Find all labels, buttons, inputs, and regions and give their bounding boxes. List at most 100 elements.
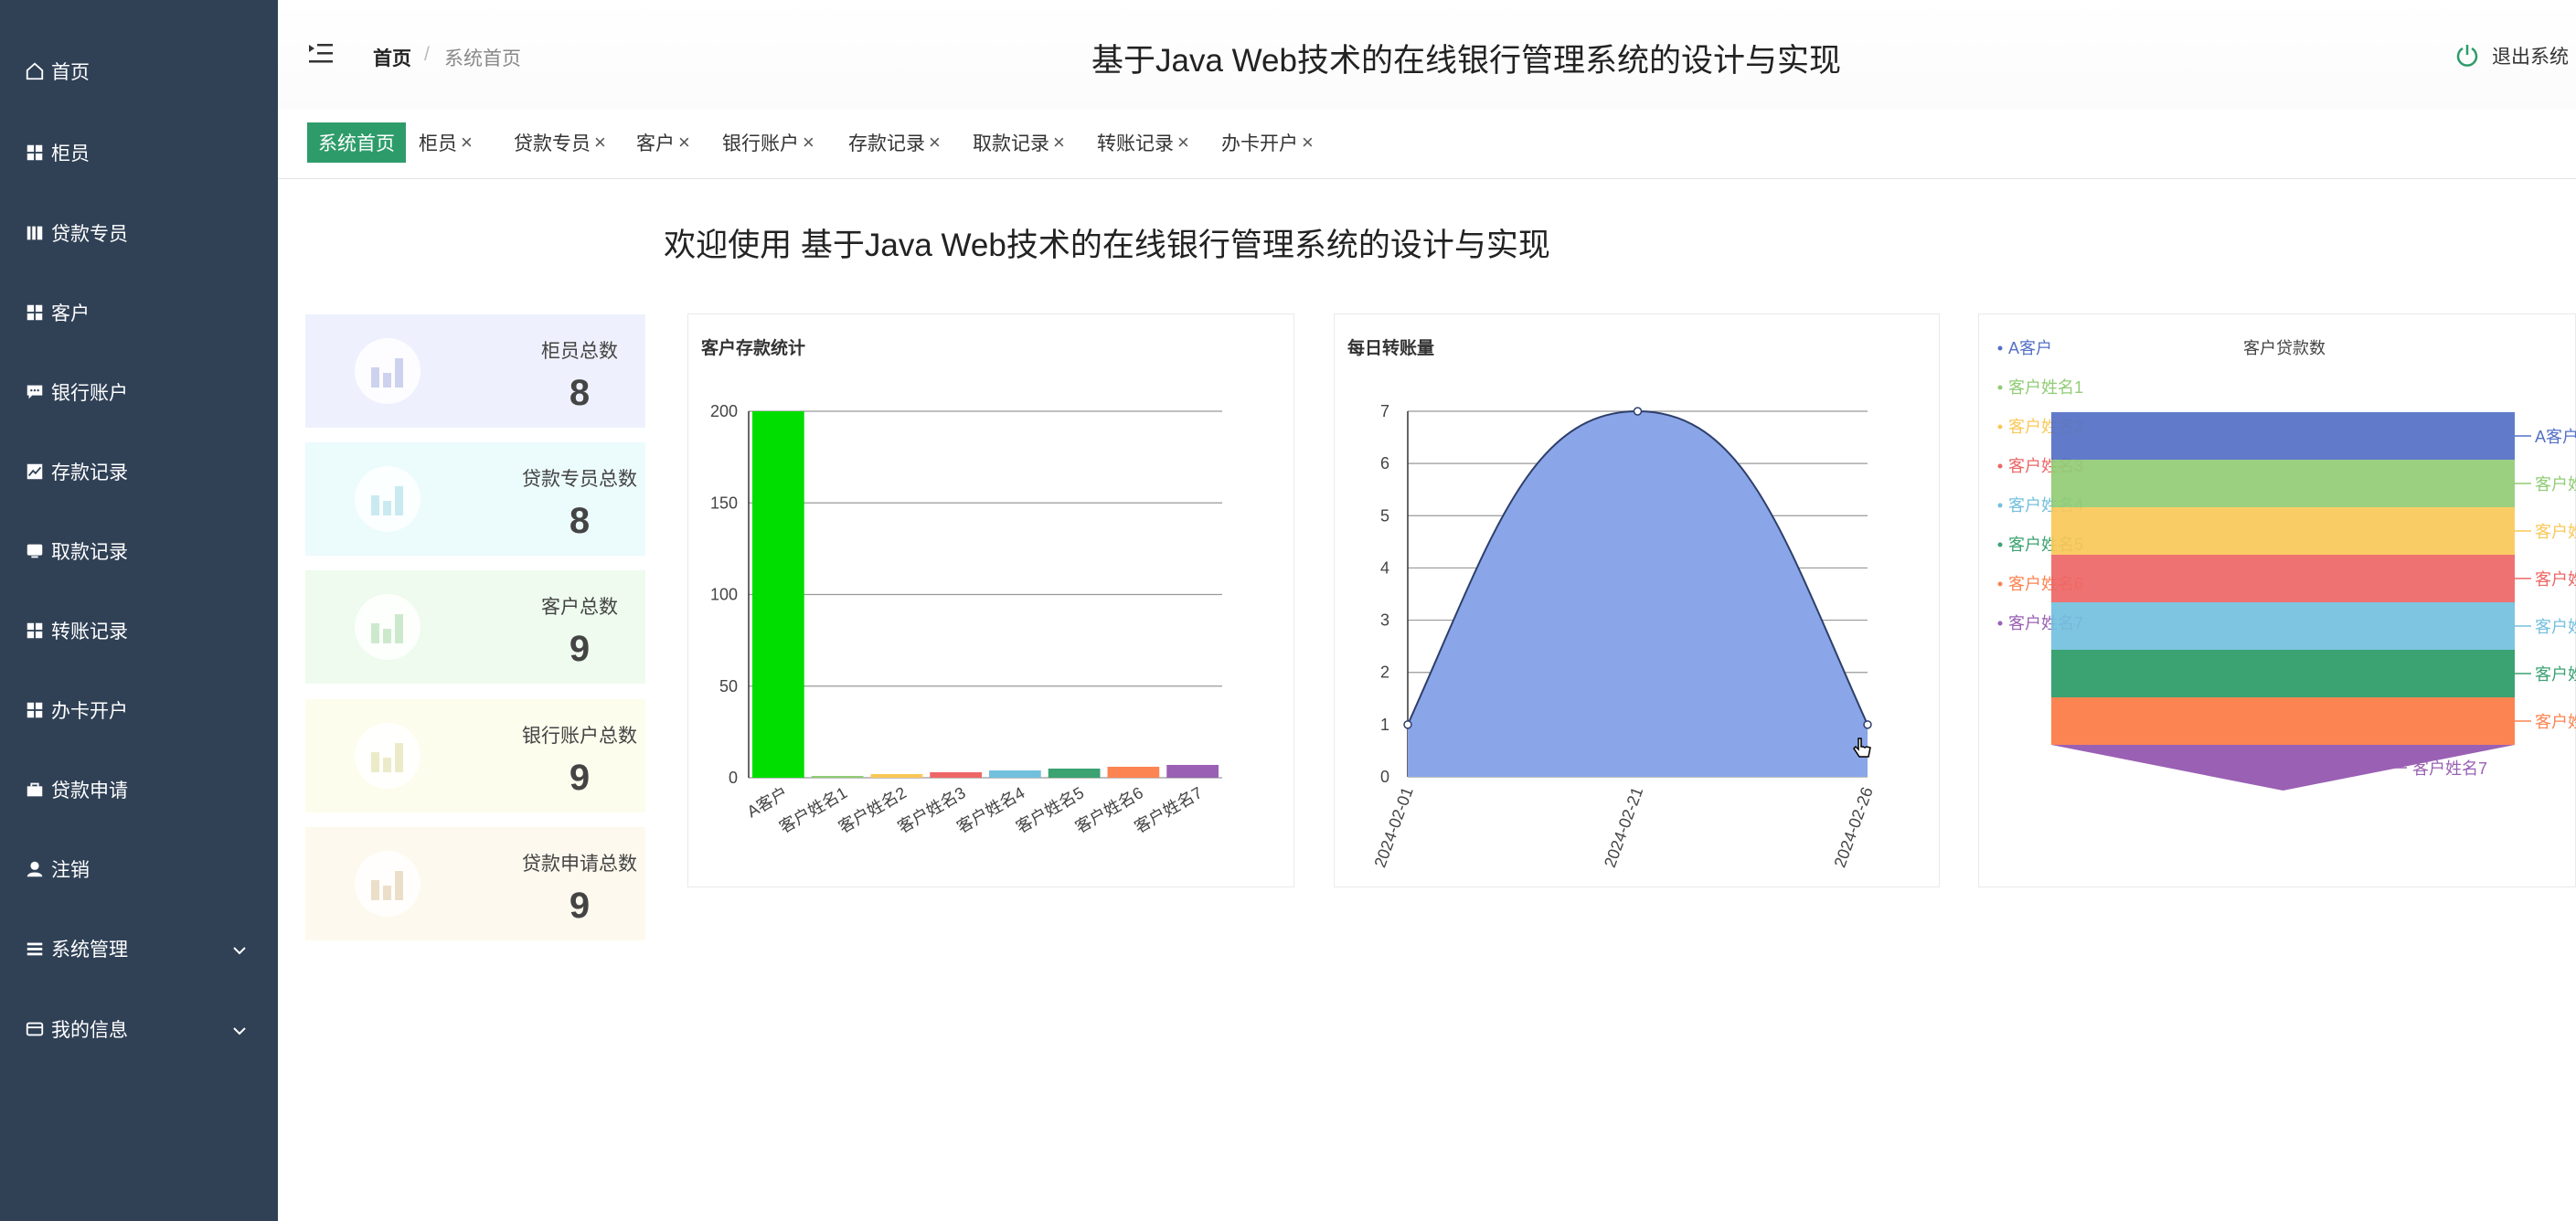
sidebar-item-6[interactable]: 取款记录 [0,524,278,579]
sidebar-item-label: 办卡开户 [51,701,128,722]
sidebar-item-label: 注销 [51,860,90,881]
transfer-area-chart: 0 1 2 3 4 5 6 7 2024-02-01 2024-02-21 2024-02-26 [1370,402,1876,870]
bar [1107,766,1160,778]
segment-label: 客户姓名6 [2535,713,2576,731]
y-tick-label: 0 [729,769,738,787]
logout-button[interactable]: 退出系统 [2454,42,2569,69]
bar [752,411,804,778]
sidebar-item-11[interactable]: 系统管理 [0,921,278,976]
tab-1[interactable]: 柜员 × [408,122,484,163]
bar-chart-icon [355,723,420,789]
segment-label: 客户姓名1 [2535,475,2576,494]
stat-card: 客户总数 9 [305,570,645,684]
segment-label: 客户姓名4 [2535,618,2576,636]
welcome-label: 欢迎使用 基于Java Web技术的在线银行管理系统的设计与实现 [664,228,1550,263]
close-icon[interactable]: × [594,131,606,154]
sidebar-item-label: 银行账户 [51,383,128,404]
header: 首页 / 系统首页 基于Java Web技术的在线银行管理系统的设计与实现 退出… [278,0,2576,110]
y-tick-label: 4 [1380,558,1389,577]
chart-title: 客户贷款数 [2243,339,2326,357]
tab-7[interactable]: 转账记录 × [1086,122,1200,163]
home-icon [24,60,46,82]
bar [1048,768,1101,778]
sidebar-item-label: 贷款专员 [51,224,128,245]
sidebar-item-7[interactable]: 转账记录 [0,603,278,658]
funnel-segment [2051,507,2515,555]
close-icon[interactable]: × [803,131,814,154]
sidebar-item-4[interactable]: 银行账户 [0,365,278,419]
monitor-icon [24,540,46,562]
bar-chart-icon [355,466,420,532]
stat-card: 贷款申请总数 9 [305,827,645,940]
sidebar-item-label: 贷款申请 [51,780,128,802]
sidebar-item-10[interactable]: 注销 [0,842,278,897]
stat-value: 9 [569,758,591,798]
stat-value: 9 [569,629,591,669]
tabs-bar: 系统首页 柜员 × 贷款专员 × 客户 × 银行账户 × 存款记录 × 取款记录 × 转账记录 × 办卡开户 × [278,110,2576,179]
sidebar: 首页柜员贷款专员客户银行账户存款记录取款记录转账记录办卡开户贷款申请注销系统管理… [0,0,278,1221]
funnel-segment [2051,697,2515,745]
tab-label: 系统首页 [318,133,395,154]
legend-marker [1997,503,2003,508]
tab-3[interactable]: 客户 × [625,122,701,163]
segment-label: 客户姓名3 [2535,570,2576,589]
bar-chart-icon [355,338,420,404]
sidebar-item-8[interactable]: 办卡开户 [0,683,278,738]
legend-label: 客户姓名1 [2008,378,2083,397]
bar [1166,764,1219,778]
sidebar-item-2[interactable]: 贷款专员 [0,206,278,260]
funnel-segment [2051,555,2515,602]
y-tick-label: 3 [1380,611,1389,630]
funnel-segment [2051,650,2515,697]
legend-label: A客户 [2008,339,2052,357]
bar [930,771,982,778]
tab-6[interactable]: 取款记录 × [962,122,1076,163]
sidebar-item-12[interactable]: 我的信息 [0,1002,278,1056]
segment-label: 客户姓名7 [2412,759,2487,778]
tab-4[interactable]: 银行账户 × [711,122,825,163]
message-icon [24,381,46,403]
sidebar-item-label: 存款记录 [51,462,128,483]
tab-0[interactable]: 系统首页 [307,122,406,163]
sidebar-item-3[interactable]: 客户 [0,285,278,340]
funnel-segment [2051,460,2515,507]
segment-label: A客户 [2535,428,2576,446]
close-icon[interactable]: × [1177,131,1189,154]
sidebar-item-label: 首页 [51,62,90,83]
close-icon[interactable]: × [678,131,690,154]
breadcrumb-home[interactable]: 首页 [373,44,411,71]
breadcrumb-separator: / [424,44,430,65]
stat-card: 柜员总数 8 [305,314,645,428]
close-icon[interactable]: × [929,131,941,154]
stat-label: 客户总数 [541,597,618,618]
logout-label: 退出系统 [2492,47,2569,68]
tab-5[interactable]: 存款记录 × [837,122,952,163]
stat-card: 贷款专员总数 8 [305,442,645,556]
tab-8[interactable]: 办卡开户 × [1210,122,1325,163]
y-tick-label: 7 [1380,402,1389,420]
bar [870,773,923,778]
briefcase-icon [24,779,46,801]
close-icon[interactable]: × [1053,131,1065,154]
menu-toggle-icon[interactable] [307,42,335,70]
close-icon[interactable]: × [1302,131,1314,154]
legend-marker [1997,424,2003,430]
page-title: 基于Java Web技术的在线银行管理系统的设计与实现 [1091,43,1841,79]
sidebar-item-9[interactable]: 贷款申请 [0,762,278,817]
close-icon[interactable]: × [461,131,473,154]
tab-label: 存款记录 [848,133,925,154]
stat-label: 贷款申请总数 [522,854,637,875]
segment-label: 客户姓名5 [2535,665,2576,684]
sidebar-item-0[interactable]: 首页 [0,44,278,99]
data-point [1403,720,1412,729]
trend-icon [24,461,46,483]
x-tick-label: 2024-02-26 [1830,785,1876,870]
sidebar-item-label: 转账记录 [51,621,128,642]
bar [989,770,1041,778]
tab-2[interactable]: 贷款专员 × [503,122,617,163]
sidebar-item-label: 柜员 [51,143,90,165]
tab-label: 转账记录 [1097,133,1174,154]
legend-marker [1997,621,2003,626]
sidebar-item-1[interactable]: 柜员 [0,125,278,180]
sidebar-item-5[interactable]: 存款记录 [0,444,278,499]
